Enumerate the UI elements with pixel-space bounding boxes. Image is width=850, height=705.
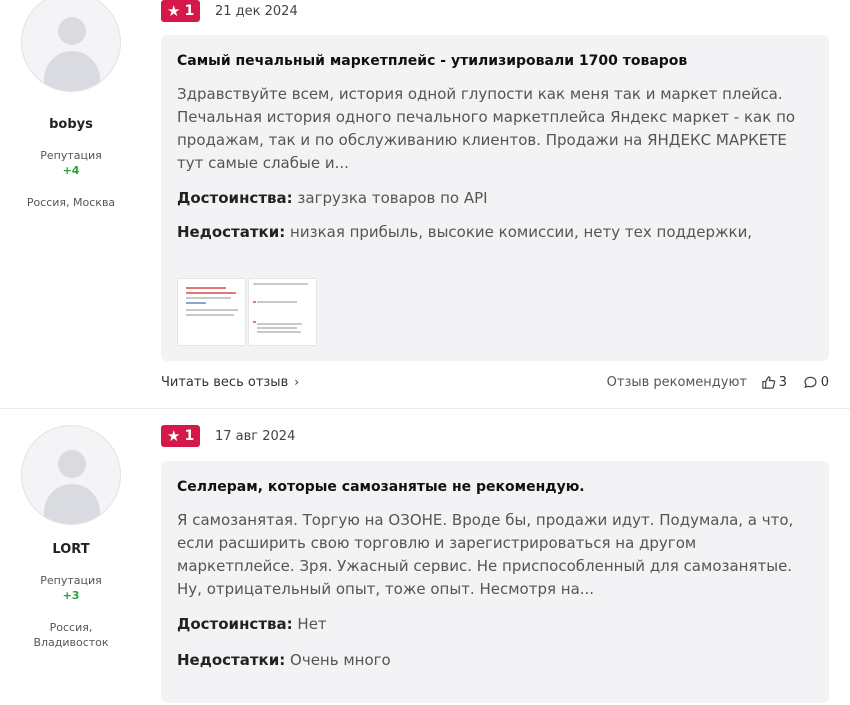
cons-text: низкая прибыль, высокие комиссии, нету т… [290, 223, 753, 241]
author-location: Россия, Владивосток [33, 621, 109, 649]
read-more-link[interactable]: Читать весь отзыв › [161, 375, 299, 390]
avatar[interactable] [21, 0, 121, 92]
author-name[interactable]: LORT [0, 542, 142, 557]
pros-label: Достоинства: [177, 615, 293, 633]
review-footer: Читать весь отзыв › Отзыв рекомендуют 3 0 [161, 375, 829, 391]
rating-value: 1 [184, 428, 195, 444]
author-location: Россия, Москва [26, 196, 116, 209]
chevron-right-icon: › [294, 375, 300, 389]
author-name[interactable]: bobys [0, 117, 142, 132]
star-icon: ★ [167, 1, 181, 20]
avatar[interactable] [21, 425, 121, 525]
review-pros: Достоинства: загрузка товаров по API [177, 189, 813, 207]
review-date: 17 авг 2024 [215, 429, 296, 444]
review-photo[interactable] [177, 278, 246, 346]
read-more-label: Читать весь отзыв [161, 375, 289, 390]
review-text: Здравствуйте всем, история одной глупост… [177, 85, 796, 172]
rating-value: 1 [184, 3, 195, 19]
pros-text: загрузка товаров по API [297, 189, 488, 207]
recommend-label: Отзыв рекомендуют [606, 375, 747, 390]
review-item: bobys Репутация +4 Россия, Москва ★ 1 21… [0, 0, 850, 408]
pros-label: Достоинства: [177, 189, 293, 207]
reputation-value: +4 [62, 164, 80, 177]
reputation-label: Репутация [40, 574, 102, 587]
reputation-value: +3 [62, 589, 80, 602]
review-photos [177, 278, 317, 346]
review-card: Самый печальный маркетплейс - утилизиров… [161, 35, 829, 361]
rating-badge: ★ 1 [161, 0, 201, 22]
review-photo[interactable] [248, 278, 317, 346]
thumbs-up-icon [761, 376, 775, 389]
review-text: Я самозанятая. Торгую на ОЗОНЕ. Вроде бы… [177, 511, 794, 598]
cons-text: Очень много [290, 651, 391, 669]
review-pros: Достоинства: Нет [177, 615, 813, 633]
review-title[interactable]: Самый печальный маркетплейс - утилизиров… [177, 53, 813, 69]
review-card: Селлерам, которые самозанятые не рекомен… [161, 461, 829, 703]
cons-label: Недостатки: [177, 651, 286, 669]
like-button[interactable]: 3 [761, 375, 787, 390]
review-cons: Недостатки: Очень много [177, 651, 813, 669]
cons-label: Недостатки: [177, 223, 286, 241]
review-title[interactable]: Селлерам, которые самозанятые не рекомен… [177, 479, 813, 495]
comment-icon [804, 376, 817, 389]
comment-button[interactable]: 0 [803, 375, 829, 390]
reputation-label: Репутация [40, 149, 102, 162]
comments-count: 0 [820, 375, 829, 390]
pros-text: Нет [297, 615, 327, 633]
review-cons: Недостатки: низкая прибыль, высокие коми… [177, 223, 813, 241]
rating-badge: ★ 1 [161, 425, 201, 447]
review-item: LORT Репутация +3 Россия, Владивосток ★ … [0, 408, 850, 705]
review-date: 21 дек 2024 [215, 4, 298, 19]
star-icon: ★ [167, 426, 181, 445]
likes-count: 3 [778, 375, 787, 390]
